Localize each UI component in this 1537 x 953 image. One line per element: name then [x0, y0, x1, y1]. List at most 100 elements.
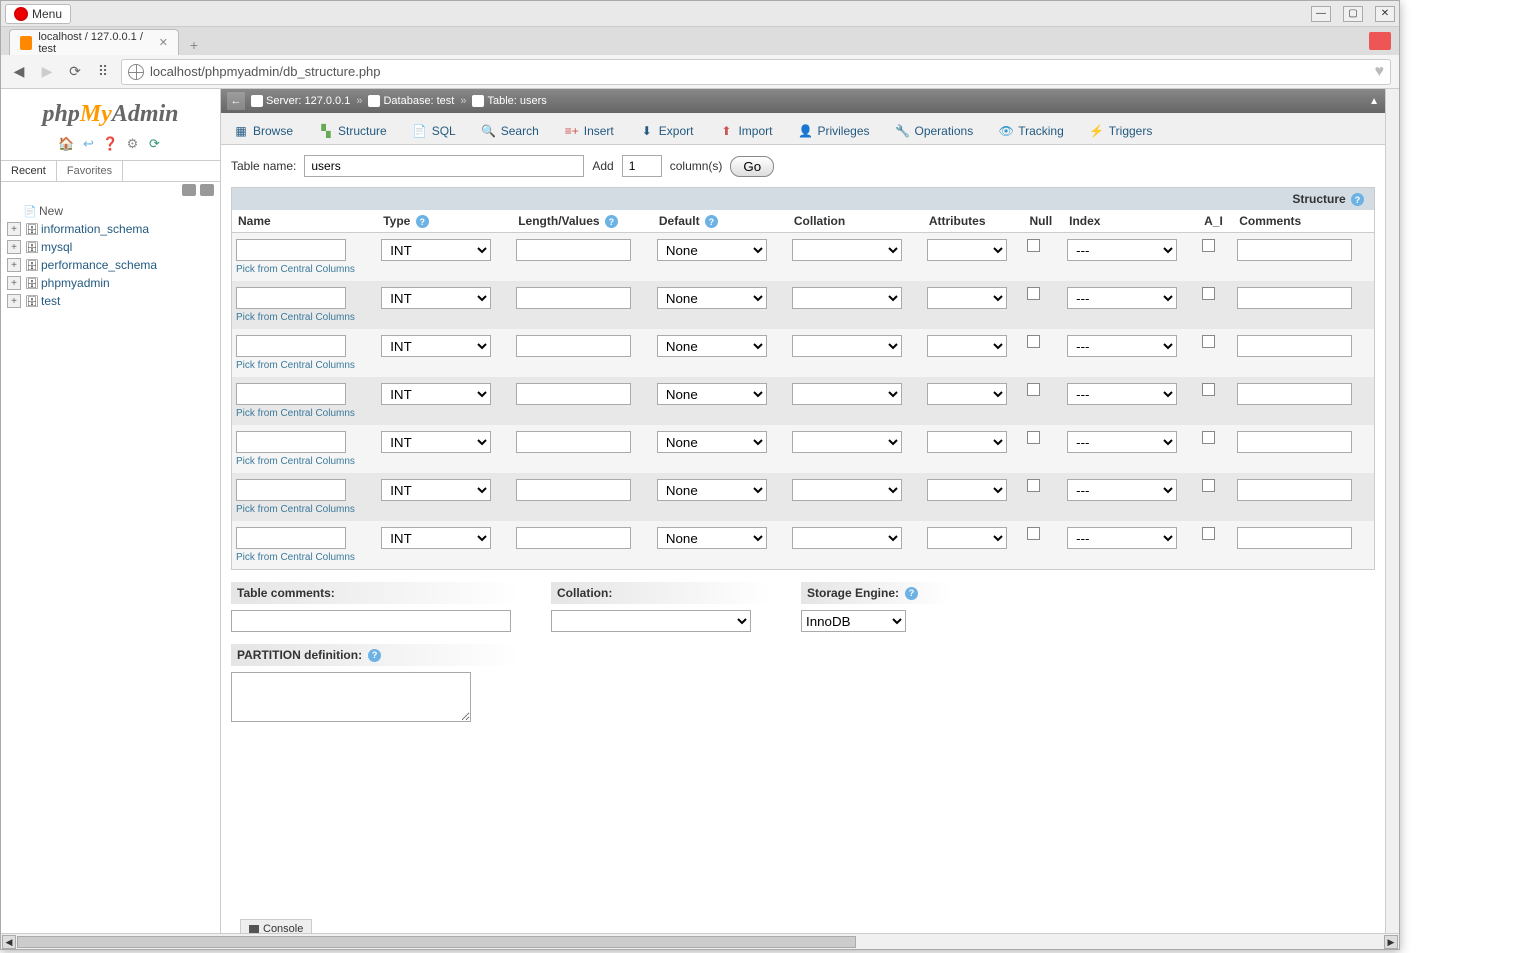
column-index-select[interactable]: --- — [1067, 287, 1177, 309]
column-index-select[interactable]: --- — [1067, 239, 1177, 261]
column-length-input[interactable] — [516, 527, 631, 549]
column-default-select[interactable]: None — [657, 383, 767, 405]
column-comments-input[interactable] — [1237, 383, 1352, 405]
breadcrumb-back-icon[interactable]: ← — [227, 92, 245, 110]
collation-select[interactable] — [551, 610, 751, 632]
home-icon[interactable]: 🏠 — [59, 136, 75, 152]
column-length-input[interactable] — [516, 383, 631, 405]
column-length-input[interactable] — [516, 239, 631, 261]
pick-central-columns-link[interactable]: Pick from Central Columns — [236, 360, 373, 371]
column-default-select[interactable]: None — [657, 527, 767, 549]
table-comments-input[interactable] — [231, 610, 511, 632]
column-attributes-select[interactable] — [927, 287, 1007, 309]
column-collation-select[interactable] — [792, 431, 902, 453]
column-default-select[interactable]: None — [657, 287, 767, 309]
expand-icon[interactable]: + — [7, 294, 21, 308]
column-comments-input[interactable] — [1237, 479, 1352, 501]
column-name-input[interactable] — [236, 383, 346, 405]
help-icon[interactable]: ? — [705, 215, 718, 228]
pick-central-columns-link[interactable]: Pick from Central Columns — [236, 264, 373, 275]
tab-triggers[interactable]: ⚡Triggers — [1077, 117, 1166, 144]
column-collation-select[interactable] — [792, 479, 902, 501]
column-index-select[interactable]: --- — [1067, 335, 1177, 357]
pick-central-columns-link[interactable]: Pick from Central Columns — [236, 504, 373, 515]
column-null-checkbox[interactable] — [1027, 239, 1040, 252]
app-menu-button[interactable]: Menu — [5, 4, 71, 24]
tree-db-item[interactable]: + 🗄 performance_schema — [7, 256, 214, 274]
column-length-input[interactable] — [516, 479, 631, 501]
tab-browse[interactable]: ▦Browse — [221, 117, 306, 144]
column-collation-select[interactable] — [792, 239, 902, 261]
column-name-input[interactable] — [236, 335, 346, 357]
column-comments-input[interactable] — [1237, 287, 1352, 309]
maximize-button[interactable]: ▢ — [1343, 6, 1363, 22]
tab-insert[interactable]: ≡+Insert — [552, 117, 627, 144]
help-icon[interactable]: ? — [1351, 193, 1364, 206]
tab-search[interactable]: 🔍Search — [469, 117, 552, 144]
back-button[interactable]: ◀ — [9, 62, 29, 82]
reload-nav-icon[interactable]: ⟳ — [147, 136, 163, 152]
tree-db-item[interactable]: + 🗄 phpmyadmin — [7, 274, 214, 292]
link-icon[interactable] — [200, 184, 214, 196]
column-attributes-select[interactable] — [927, 335, 1007, 357]
column-attributes-select[interactable] — [927, 479, 1007, 501]
column-type-select[interactable]: INT — [381, 239, 491, 261]
column-ai-checkbox[interactable] — [1202, 287, 1215, 300]
browser-tab[interactable]: localhost / 127.0.0.1 / test ✕ — [9, 29, 179, 55]
scroll-thumb[interactable] — [17, 936, 856, 948]
column-type-select[interactable]: INT — [381, 479, 491, 501]
column-default-select[interactable]: None — [657, 431, 767, 453]
pick-central-columns-link[interactable]: Pick from Central Columns — [236, 552, 373, 563]
column-default-select[interactable]: None — [657, 479, 767, 501]
minimize-button[interactable]: — — [1311, 6, 1331, 22]
partition-textarea[interactable] — [231, 672, 471, 722]
column-ai-checkbox[interactable] — [1202, 239, 1215, 252]
column-type-select[interactable]: INT — [381, 335, 491, 357]
breadcrumb-database[interactable]: Database: test — [368, 95, 454, 107]
column-type-select[interactable]: INT — [381, 287, 491, 309]
column-comments-input[interactable] — [1237, 527, 1352, 549]
go-button[interactable]: Go — [730, 156, 774, 177]
tree-db-item[interactable]: + 🗄 information_schema — [7, 220, 214, 238]
reload-button[interactable]: ⟳ — [65, 62, 85, 82]
column-name-input[interactable] — [236, 527, 346, 549]
column-ai-checkbox[interactable] — [1202, 479, 1215, 492]
column-length-input[interactable] — [516, 335, 631, 357]
column-name-input[interactable] — [236, 479, 346, 501]
tree-db-item[interactable]: + 🗄 mysql — [7, 238, 214, 256]
column-type-select[interactable]: INT — [381, 527, 491, 549]
tab-close-icon[interactable]: ✕ — [159, 36, 168, 49]
scroll-left-icon[interactable]: ◀ — [2, 935, 16, 949]
tab-import[interactable]: ⬆Import — [706, 117, 785, 144]
help-icon[interactable]: ? — [605, 215, 618, 228]
column-comments-input[interactable] — [1237, 431, 1352, 453]
column-length-input[interactable] — [516, 431, 631, 453]
opera-sync-icon[interactable] — [1369, 32, 1391, 50]
column-default-select[interactable]: None — [657, 335, 767, 357]
column-null-checkbox[interactable] — [1027, 383, 1040, 396]
column-attributes-select[interactable] — [927, 431, 1007, 453]
column-collation-select[interactable] — [792, 287, 902, 309]
tab-tracking[interactable]: 👁Tracking — [986, 117, 1077, 144]
tab-structure[interactable]: ▚Structure — [306, 117, 400, 144]
vertical-scrollbar[interactable] — [1385, 89, 1399, 933]
column-null-checkbox[interactable] — [1027, 431, 1040, 444]
column-name-input[interactable] — [236, 431, 346, 453]
sidebar-tab-recent[interactable]: Recent — [1, 161, 57, 181]
help-icon[interactable]: ? — [368, 649, 381, 662]
logout-icon[interactable]: ↩ — [81, 136, 97, 152]
column-index-select[interactable]: --- — [1067, 431, 1177, 453]
column-length-input[interactable] — [516, 287, 631, 309]
close-button[interactable]: ✕ — [1375, 6, 1395, 22]
docs-icon[interactable]: ❓ — [103, 136, 119, 152]
column-null-checkbox[interactable] — [1027, 479, 1040, 492]
forward-button[interactable]: ▶ — [37, 62, 57, 82]
column-null-checkbox[interactable] — [1027, 527, 1040, 540]
column-type-select[interactable]: INT — [381, 431, 491, 453]
horizontal-scrollbar[interactable]: ◀ ▶ — [1, 933, 1399, 949]
new-tab-button[interactable]: + — [183, 35, 205, 55]
expand-icon[interactable]: + — [7, 222, 21, 236]
pick-central-columns-link[interactable]: Pick from Central Columns — [236, 408, 373, 419]
tab-export[interactable]: ⬇Export — [627, 117, 707, 144]
tree-new[interactable]: 📄 New — [7, 202, 214, 220]
